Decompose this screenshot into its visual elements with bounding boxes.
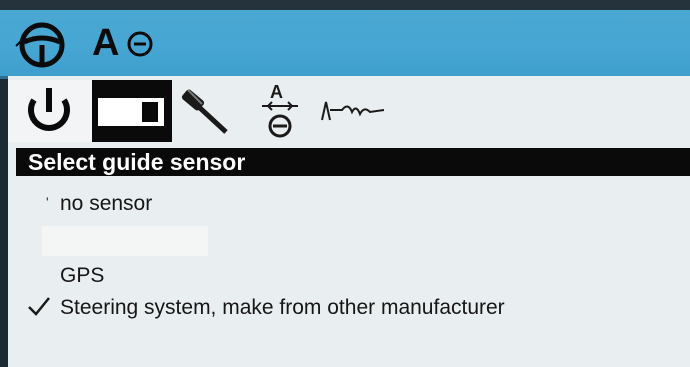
option-no-sensor[interactable]: ' no sensor — [8, 186, 690, 218]
checkmark-icon — [28, 297, 50, 316]
screen-bezel-edge — [0, 0, 690, 10]
option-redacted[interactable] — [8, 220, 690, 256]
option-label: GPS — [60, 264, 105, 287]
tab-calibration[interactable]: A — [256, 80, 316, 142]
power-icon — [28, 88, 70, 131]
option-steering-system[interactable]: Steering system, make from other manufac… — [8, 290, 690, 322]
option-label: Steering system, make from other manufac… — [60, 296, 505, 319]
terminal-screen: A A Select guide sensor ' no sensor GPS … — [0, 0, 690, 367]
steering-wheel-icon — [15, 22, 65, 68]
cursor-mark-icon: ' — [46, 194, 49, 210]
tab-window[interactable] — [92, 80, 172, 142]
screwdriver-icon — [181, 89, 228, 134]
section-header: Select guide sensor — [16, 148, 690, 176]
section-title: Select guide sensor — [28, 149, 246, 175]
option-label: no sensor — [60, 192, 153, 215]
option-gps[interactable]: GPS — [8, 258, 690, 290]
signal-icon — [321, 101, 385, 121]
tab-power[interactable] — [8, 80, 92, 142]
title-label: A — [92, 22, 120, 64]
redacted-option-label — [42, 226, 208, 256]
window-icon — [98, 98, 164, 126]
svg-text:A: A — [270, 82, 283, 102]
tab-tools[interactable] — [174, 80, 254, 142]
title-bar: A — [0, 0, 690, 79]
tab-signal[interactable] — [314, 80, 404, 142]
speedometer-icon — [127, 31, 153, 57]
tab-bar: A — [8, 76, 690, 142]
calibration-icon: A — [262, 82, 298, 138]
content-panel: A Select guide sensor ' no sensor GPS St… — [8, 76, 690, 367]
